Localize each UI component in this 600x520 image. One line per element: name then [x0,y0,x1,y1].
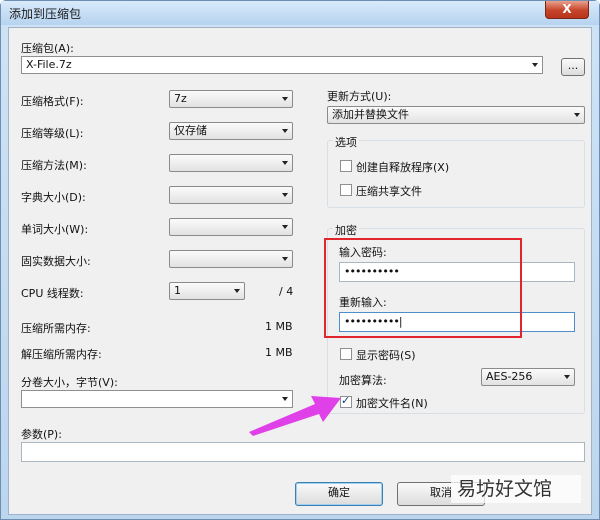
level-label: 压缩等级(L): [21,127,84,140]
threads-max: / 4 [279,285,294,298]
params-input[interactable] [21,442,585,462]
encryption-title: 加密 [333,222,359,238]
mem-compress-value: 1 MB [265,320,293,333]
chevron-down-icon [282,97,288,101]
archive-path-combo[interactable]: X-File.7z [21,56,543,74]
encrypt-names-label[interactable]: 加密文件名(N) [356,395,428,411]
watermark: 易坊好文馆 [451,475,581,503]
solid-select[interactable] [169,250,293,268]
close-button[interactable]: X [545,1,589,19]
mem-decompress-label: 解压缩所需内存: [21,348,102,361]
sfx-checkbox[interactable] [340,160,352,172]
word-label: 单词大小(W): [21,223,89,236]
mem-compress-label: 压缩所需内存: [21,322,91,335]
annotation-arrow [249,396,341,436]
options-title: 选项 [333,134,359,150]
format-select[interactable]: 7z [169,90,293,108]
dialog-body: 压缩包(A): X-File.7z ... 压缩格式(F): 7z 压缩等级(L… [8,27,592,515]
split-label: 分卷大小，字节(V): [21,376,118,389]
sfx-label[interactable]: 创建自释放程序(X) [356,159,449,175]
threads-label: CPU 线程数: [21,287,84,300]
browse-button[interactable]: ... [561,58,585,76]
method-label: 压缩方法(M): [21,159,87,172]
ok-button[interactable]: 确定 [295,482,383,506]
chevron-down-icon [282,161,288,165]
chevron-down-icon [234,289,240,293]
chevron-down-icon [282,129,288,133]
archive-path-value: X-File.7z [26,58,72,71]
update-select[interactable]: 添加并替换文件 [327,106,585,124]
chevron-down-icon [564,375,570,379]
shared-label[interactable]: 压缩共享文件 [356,183,422,199]
encryption-method-label: 加密算法: [339,374,387,387]
word-select[interactable] [169,218,293,236]
show-password-checkbox[interactable] [340,348,352,360]
chevron-down-icon [282,225,288,229]
chevron-down-icon [282,257,288,261]
level-select[interactable]: 仅存储 [169,122,293,140]
mem-decompress-value: 1 MB [265,346,293,359]
threads-value: 1 [174,284,181,297]
method-select[interactable] [169,154,293,172]
show-password-label[interactable]: 显示密码(S) [356,347,416,363]
title-bar[interactable]: 添加到压缩包 X [1,1,599,25]
encryption-method-select[interactable]: AES-256 [481,368,575,386]
chevron-down-icon [532,63,538,67]
window-title: 添加到压缩包 [9,7,82,21]
solid-label: 固实数据大小: [21,255,91,268]
level-value: 仅存储 [174,124,207,137]
format-label: 压缩格式(F): [21,95,84,108]
update-label: 更新方式(U): [327,90,392,103]
dict-select[interactable] [169,186,293,204]
arrow-shape [249,396,341,436]
threads-select[interactable]: 1 [169,282,245,300]
archive-label: 压缩包(A): [21,42,74,55]
format-value: 7z [174,92,187,105]
encryption-method-value: AES-256 [486,370,533,383]
shared-checkbox[interactable] [340,184,352,196]
update-value: 添加并替换文件 [332,108,409,121]
highlight-box [324,238,522,338]
chevron-down-icon [574,113,580,117]
dialog-window: 添加到压缩包 X 压缩包(A): X-File.7z ... 压缩格式(F): … [0,0,600,520]
params-label: 参数(P): [21,428,62,441]
chevron-down-icon [282,193,288,197]
dict-label: 字典大小(D): [21,191,86,204]
